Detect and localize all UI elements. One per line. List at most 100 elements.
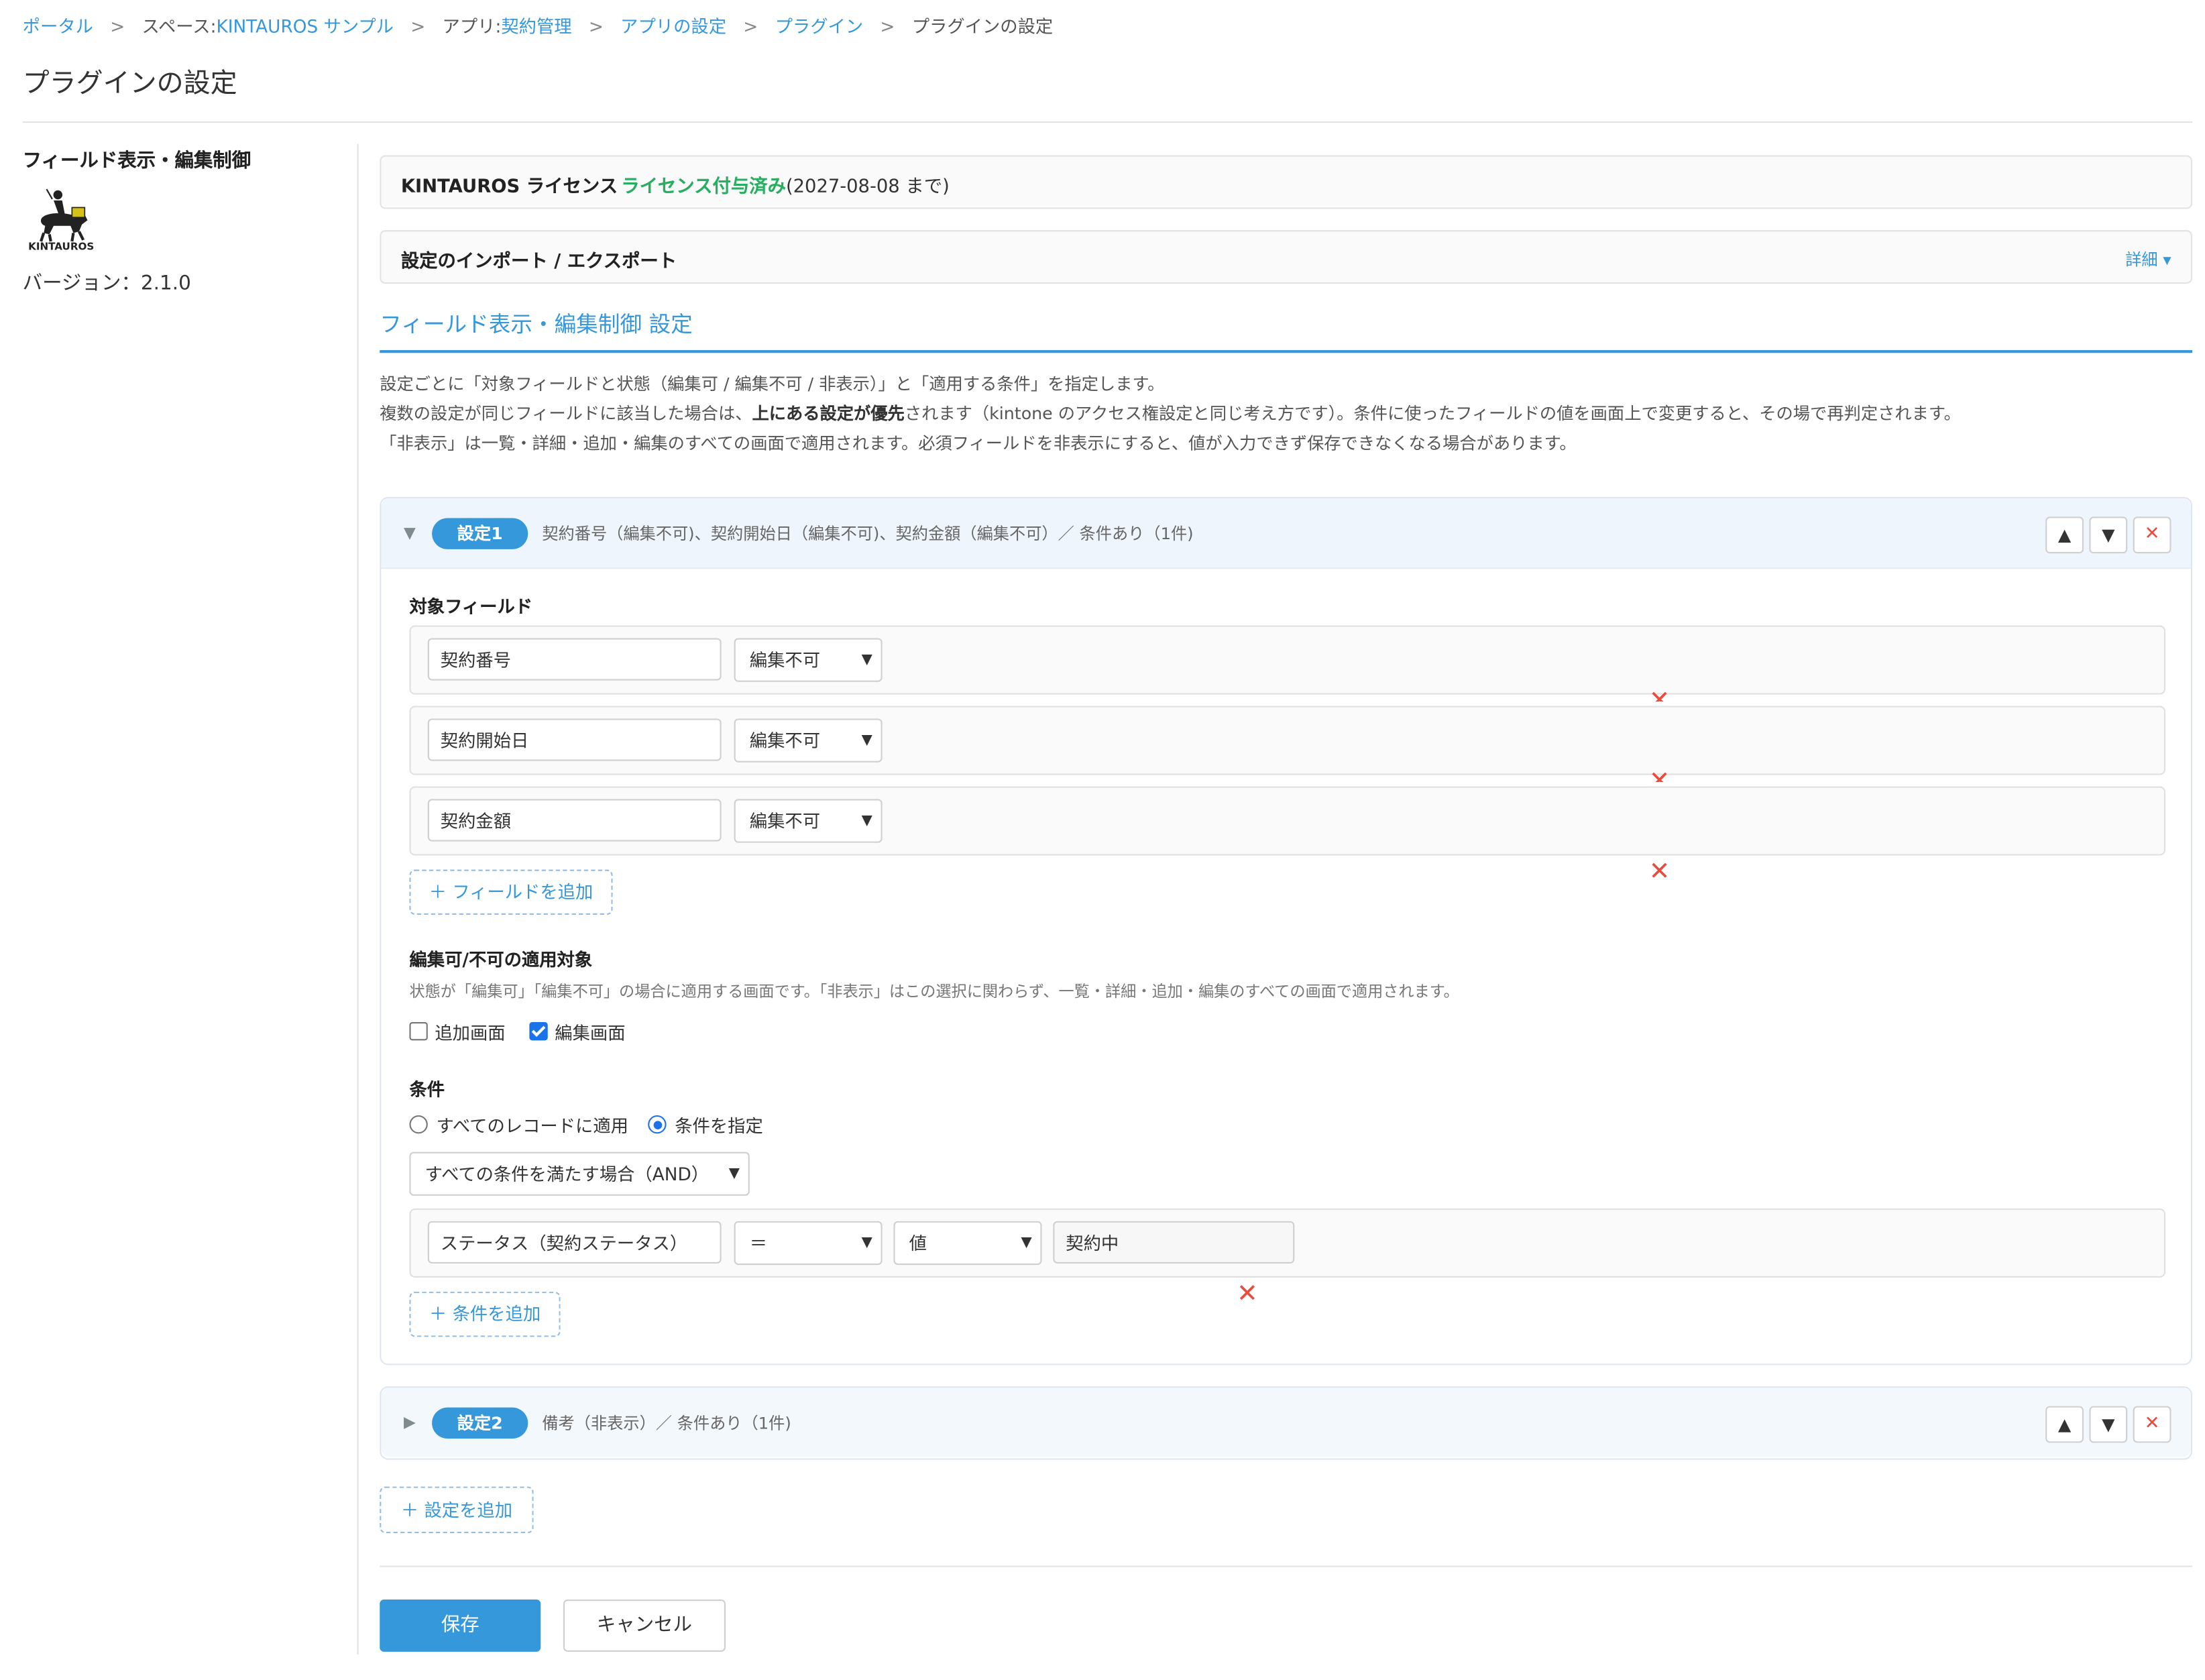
- section-divider: [380, 350, 2193, 353]
- breadcrumb-separator: >: [880, 15, 895, 37]
- section-title: フィールド表示・編集制御 設定: [380, 312, 693, 338]
- chevron-down-icon: ▼: [861, 732, 872, 748]
- chevron-down-icon: ▼: [861, 813, 872, 829]
- description-line: 設定ごとに「対象フィールドと状態（編集可 / 編集不可 / 非表示）」と「適用す…: [380, 374, 1165, 394]
- save-button[interactable]: 保存: [380, 1599, 541, 1652]
- condition-type-select[interactable]: 値 ▼: [893, 1221, 1042, 1266]
- remove-field-icon[interactable]: ✕: [1649, 689, 1671, 702]
- target-fields-label: 対象フィールド: [409, 596, 533, 617]
- breadcrumb-separator: >: [588, 15, 604, 37]
- setting-badge: 設定2: [432, 1407, 528, 1439]
- breadcrumb: ポータル > スペース: KINTAUROS サンプル > アプリ: 契約管理 …: [23, 11, 1054, 38]
- sidebar-divider: [357, 144, 359, 1655]
- checkbox-label: 編集画面: [555, 1022, 626, 1044]
- breadcrumb-current: プラグインの設定: [911, 15, 1054, 37]
- radio-on-icon[interactable]: [648, 1115, 667, 1134]
- delete-setting-button[interactable]: ✕: [2133, 1406, 2171, 1443]
- breadcrumb-separator: >: [110, 15, 125, 37]
- apply-add-screen-checkbox[interactable]: 追加画面: [409, 1018, 506, 1045]
- setting-panel-2: ▶ 設定2 備考（非表示）／ 条件あり（1件) ▲ ▼ ✕: [380, 1386, 2193, 1460]
- kintauros-logo-icon: KINTAUROS: [28, 188, 94, 251]
- setting-header[interactable]: ▼ 設定1 契約番号（編集不可)、契約開始日（編集不可)、契約金額（編集不可）／…: [381, 498, 2191, 569]
- breadcrumb-app[interactable]: 契約管理: [501, 11, 571, 38]
- breadcrumb-space-prefix: スペース:: [142, 15, 217, 37]
- plugin-info-sidebar: フィールド表示・編集制御 KINTAUROS バージョン：2.1.0: [23, 144, 336, 295]
- add-condition-button[interactable]: ＋ 条件を追加: [409, 1292, 561, 1337]
- section-description: 設定ごとに「対象フィールドと状態（編集可 / 編集不可 / 非表示）」と「適用す…: [380, 370, 1961, 459]
- import-export-detail-toggle[interactable]: 詳細 ▾: [2125, 248, 2171, 271]
- description-text: 複数の設定が同じフィールドに該当した場合は、: [380, 404, 752, 424]
- field-name-input[interactable]: 契約金額: [427, 799, 722, 842]
- chevron-down-icon: ▼: [1021, 1235, 1032, 1251]
- license-label: KINTAUROS ライセンス: [400, 176, 618, 198]
- condition-value-input[interactable]: 契約中: [1053, 1221, 1295, 1264]
- condition-row: ステータス（契約ステータス） ＝ ▼ 値 ▼ 契約中: [409, 1208, 2166, 1278]
- breadcrumb-plugins[interactable]: プラグイン: [775, 11, 864, 38]
- breadcrumb-separator: >: [743, 15, 758, 37]
- target-field-row: 契約番号 編集不可 ▼: [409, 625, 2166, 695]
- add-setting-button[interactable]: ＋ 設定を追加: [380, 1486, 534, 1534]
- move-up-button[interactable]: ▲: [2045, 1406, 2084, 1443]
- breadcrumb-portal[interactable]: ポータル: [23, 11, 93, 38]
- radio-label: すべてのレコードに適用: [436, 1115, 629, 1137]
- condition-operator-value: ＝: [749, 1232, 768, 1254]
- license-card: KINTAUROS ライセンス ライセンス付与済み(2027-08-08 まで): [380, 155, 2193, 209]
- radio-label: 条件を指定: [675, 1115, 763, 1137]
- specify-condition-radio[interactable]: 条件を指定: [648, 1111, 763, 1138]
- import-export-label: 設定のインポート / エクスポート: [400, 251, 677, 273]
- apply-target-label: 編集可/不可の適用対象: [409, 948, 593, 970]
- setting-panel-1: ▼ 設定1 契約番号（編集不可)、契約開始日（編集不可)、契約金額（編集不可）／…: [380, 496, 2193, 1365]
- breadcrumb-app-prefix: アプリ:: [442, 15, 502, 37]
- condition-label: 条件: [409, 1078, 445, 1100]
- field-state-select[interactable]: 編集不可 ▼: [734, 799, 883, 843]
- checkbox-checked-icon[interactable]: [529, 1022, 548, 1041]
- page-title: プラグインの設定: [22, 68, 237, 99]
- license-expiry: (2027-08-08 まで): [785, 176, 950, 198]
- import-export-card: 設定のインポート / エクスポート 詳細 ▾: [380, 230, 2193, 284]
- cancel-button[interactable]: キャンセル: [563, 1599, 726, 1652]
- setting-header[interactable]: ▶ 設定2 備考（非表示）／ 条件あり（1件) ▲ ▼ ✕: [381, 1388, 2191, 1457]
- condition-logic-select[interactable]: すべての条件を満たす場合（AND） ▼: [409, 1152, 750, 1196]
- breadcrumb-space[interactable]: KINTAUROS サンプル: [216, 11, 394, 38]
- setting-summary: 契約番号（編集不可)、契約開始日（編集不可)、契約金額（編集不可）／ 条件あり（…: [542, 523, 1194, 544]
- plugin-version: バージョン：2.1.0: [22, 272, 191, 295]
- move-down-button[interactable]: ▼: [2089, 1406, 2128, 1443]
- checkbox-label: 追加画面: [435, 1022, 506, 1044]
- chevron-down-icon: ▼: [728, 1166, 740, 1182]
- field-name-input[interactable]: 契約開始日: [427, 718, 722, 761]
- field-name-input[interactable]: 契約番号: [427, 638, 722, 681]
- apply-target-help: 状態が「編集可」「編集不可」の場合に適用する画面です。「非表示」はこの選択に関わ…: [409, 983, 1459, 1001]
- remove-field-icon[interactable]: ✕: [1649, 859, 1671, 885]
- checkbox-unchecked-icon[interactable]: [409, 1022, 428, 1041]
- breadcrumb-separator: >: [410, 15, 426, 37]
- plugin-settings-page: ポータル > スペース: KINTAUROS サンプル > アプリ: 契約管理 …: [0, 0, 2205, 1680]
- field-state-value: 編集不可: [749, 810, 821, 832]
- apply-all-records-radio[interactable]: すべてのレコードに適用: [409, 1111, 628, 1138]
- radio-off-icon[interactable]: [409, 1115, 428, 1134]
- field-state-select[interactable]: 編集不可 ▼: [734, 718, 883, 763]
- apply-edit-screen-checkbox[interactable]: 編集画面: [529, 1018, 626, 1045]
- condition-operator-select[interactable]: ＝ ▼: [734, 1221, 883, 1266]
- target-field-row: 契約金額 編集不可 ▼: [409, 786, 2166, 856]
- condition-field-input[interactable]: ステータス（契約ステータス）: [427, 1221, 722, 1264]
- expand-toggle-icon[interactable]: ▶: [404, 1413, 416, 1431]
- condition-type-value: 値: [909, 1232, 927, 1254]
- logo-text: KINTAUROS: [28, 241, 94, 251]
- collapse-toggle-icon[interactable]: ▼: [404, 524, 416, 542]
- add-field-button[interactable]: ＋ フィールドを追加: [409, 869, 613, 915]
- divider: [22, 121, 2193, 123]
- field-state-select[interactable]: 編集不可 ▼: [734, 638, 883, 682]
- setting-badge: 設定1: [432, 518, 528, 549]
- condition-logic-value: すべての条件を満たす場合（AND）: [425, 1163, 710, 1185]
- move-up-button[interactable]: ▲: [2045, 516, 2084, 554]
- description-emphasis: 上にある設定が優先: [752, 404, 905, 424]
- field-state-value: 編集不可: [749, 730, 821, 751]
- description-line: 複数の設定が同じフィールドに該当した場合は、上にある設定が優先されます（kint…: [380, 400, 1961, 429]
- remove-condition-icon[interactable]: ✕: [1237, 1281, 1258, 1307]
- license-status-text: ライセンス付与済み: [621, 176, 786, 198]
- breadcrumb-app-settings[interactable]: アプリの設定: [620, 11, 726, 38]
- remove-field-icon[interactable]: ✕: [1649, 769, 1671, 782]
- license-status: ライセンス付与済み(2027-08-08 まで): [621, 171, 950, 198]
- delete-setting-button[interactable]: ✕: [2133, 516, 2171, 554]
- move-down-button[interactable]: ▼: [2089, 516, 2128, 554]
